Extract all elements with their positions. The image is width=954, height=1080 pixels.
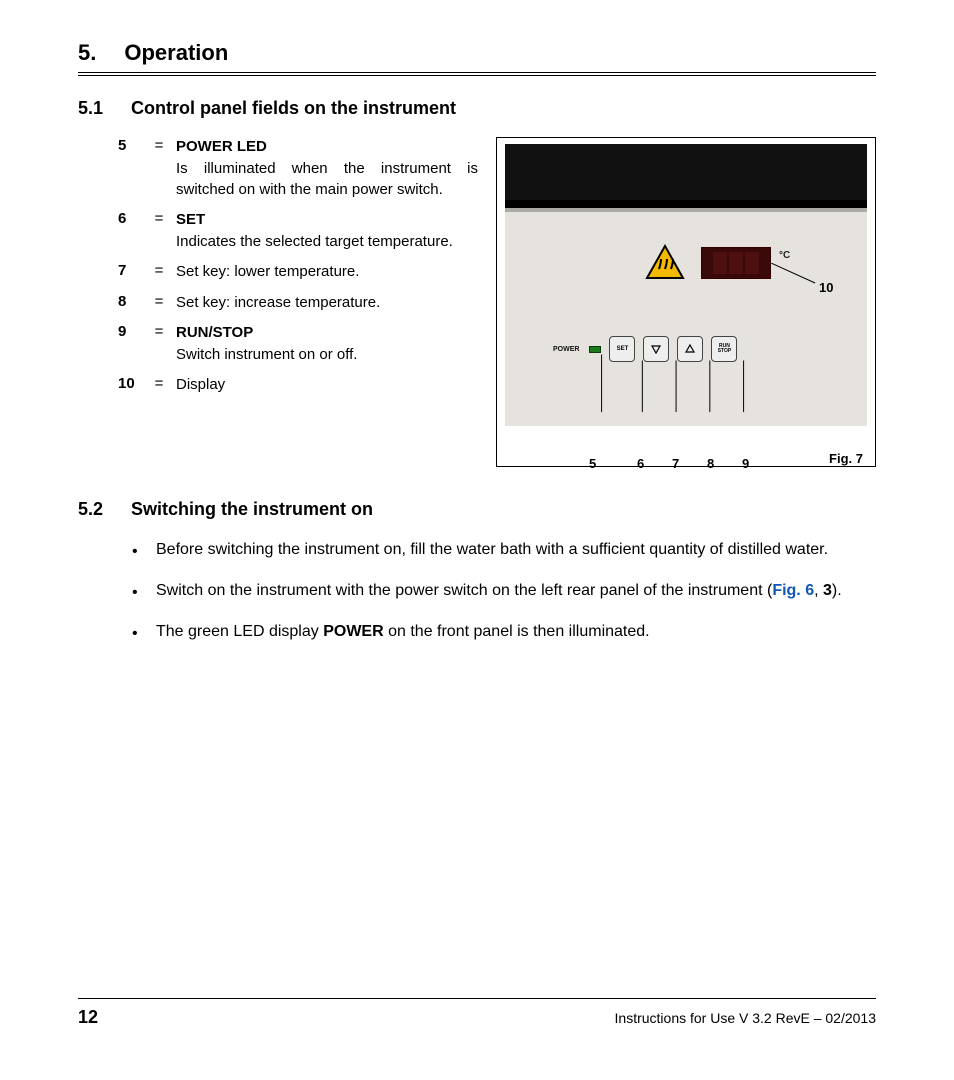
section-header: 5. Operation xyxy=(78,40,876,76)
subsection-title: Control panel fields on the instrument xyxy=(131,98,456,119)
subsection-5-1: 5.1 Control panel fields on the instrume… xyxy=(78,98,876,119)
section-number: 5. xyxy=(78,40,96,66)
bullet-text: Before switching the instrument on, fill… xyxy=(156,538,866,563)
list-item: • The green LED display POWER on the fro… xyxy=(132,620,866,645)
power-label: POWER xyxy=(553,346,579,353)
subsection-number: 5.2 xyxy=(78,499,103,520)
subsection-number: 5.1 xyxy=(78,98,103,119)
definition-term: POWER LED xyxy=(176,137,478,157)
temperature-display xyxy=(701,247,771,279)
list-item: • Switch on the instrument with the powe… xyxy=(132,579,866,604)
definition-desc: Switch instrument on or off. xyxy=(176,345,478,365)
bullet-text: Switch on the instrument with the power … xyxy=(156,579,866,604)
definition-row: 6 = SET Indicates the selected target te… xyxy=(118,210,478,253)
power-led-icon xyxy=(589,346,601,353)
run-stop-button: RUN STOP xyxy=(711,336,737,362)
definition-row: 8 = Set key: increase temperature. xyxy=(118,293,478,313)
section-title: Operation xyxy=(124,40,228,66)
definition-desc: Display xyxy=(176,376,225,393)
list-item: • Before switching the instrument on, fi… xyxy=(132,538,866,563)
bullet-icon: • xyxy=(132,540,140,563)
definition-row: 9 = RUN/STOP Switch instrument on or off… xyxy=(118,323,478,366)
figure-7: °C POWER SET RUN STOP xyxy=(496,137,876,467)
celsius-label: °C xyxy=(779,250,790,261)
subsection-title: Switching the instrument on xyxy=(131,499,373,520)
definition-desc: Set key: lower temperature. xyxy=(176,263,359,280)
bullet-text: The green LED display POWER on the front… xyxy=(156,620,866,645)
definition-row: 7 = Set key: lower temperature. xyxy=(118,262,478,282)
control-panel-row: POWER SET RUN STOP xyxy=(553,336,737,362)
instrument-photo: °C POWER SET RUN STOP xyxy=(505,144,867,426)
up-button xyxy=(677,336,703,362)
definitions-list: 5 = POWER LED Is illuminated when the in… xyxy=(118,137,478,467)
figure-6-link[interactable]: Fig. 6 xyxy=(772,582,814,599)
definition-desc: Set key: increase temperature. xyxy=(176,294,380,311)
page-footer: 12 Instructions for Use V 3.2 RevE – 02/… xyxy=(78,998,876,1028)
footer-text: Instructions for Use V 3.2 RevE – 02/201… xyxy=(615,1010,876,1026)
definition-term: RUN/STOP xyxy=(176,323,478,343)
figure-caption: Fig. 7 xyxy=(829,451,863,466)
down-button xyxy=(643,336,669,362)
definition-desc: Indicates the selected target temperatur… xyxy=(176,232,478,252)
definition-row: 10 = Display xyxy=(118,375,478,395)
set-button: SET xyxy=(609,336,635,362)
subsection-5-2: 5.2 Switching the instrument on xyxy=(78,499,876,520)
bullet-icon: • xyxy=(132,581,140,604)
definition-desc: Is illuminated when the instrument is sw… xyxy=(176,159,478,200)
warning-icon xyxy=(645,244,685,285)
bullet-list: • Before switching the instrument on, fi… xyxy=(132,538,866,646)
definition-term: SET xyxy=(176,210,478,230)
definition-row: 5 = POWER LED Is illuminated when the in… xyxy=(118,137,478,200)
page-number: 12 xyxy=(78,1007,98,1028)
bullet-icon: • xyxy=(132,622,140,645)
